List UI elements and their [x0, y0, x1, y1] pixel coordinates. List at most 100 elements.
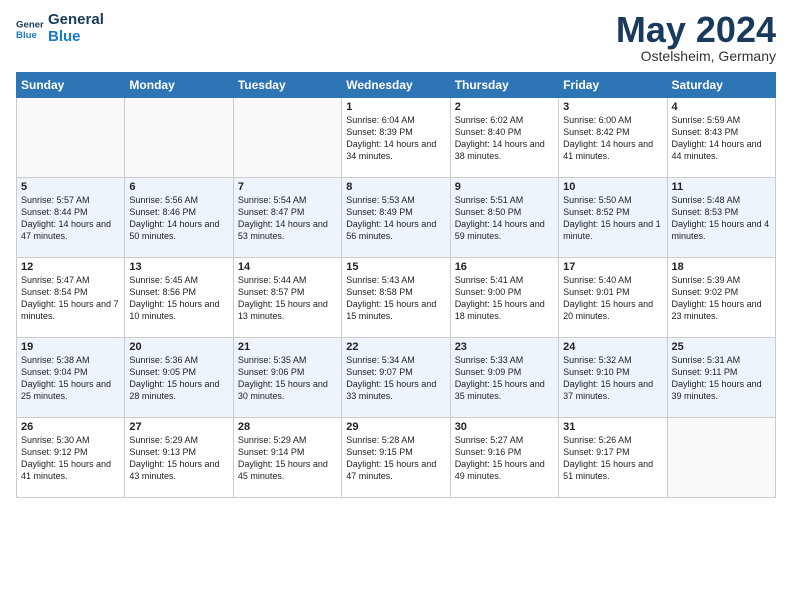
cell-week5-day1: 27Sunrise: 5:29 AMSunset: 9:13 PMDayligh… — [125, 418, 233, 498]
cell-info: Sunrise: 5:56 AMSunset: 8:46 PMDaylight:… — [129, 194, 228, 243]
cell-week4-day6: 25Sunrise: 5:31 AMSunset: 9:11 PMDayligh… — [667, 338, 775, 418]
day-number: 14 — [238, 261, 337, 273]
day-number: 4 — [672, 101, 771, 113]
cell-week4-day3: 22Sunrise: 5:34 AMSunset: 9:07 PMDayligh… — [342, 338, 450, 418]
day-number: 30 — [455, 421, 554, 433]
svg-text:General: General — [16, 19, 44, 30]
cell-week4-day2: 21Sunrise: 5:35 AMSunset: 9:06 PMDayligh… — [233, 338, 341, 418]
cell-info: Sunrise: 6:02 AMSunset: 8:40 PMDaylight:… — [455, 114, 554, 163]
day-number: 6 — [129, 181, 228, 193]
svg-text:Blue: Blue — [16, 29, 37, 40]
cell-week2-day6: 11Sunrise: 5:48 AMSunset: 8:53 PMDayligh… — [667, 178, 775, 258]
cell-week5-day6 — [667, 418, 775, 498]
month-title: May 2024 — [616, 12, 776, 48]
day-number: 1 — [346, 101, 445, 113]
day-number: 18 — [672, 261, 771, 273]
cell-info: Sunrise: 5:41 AMSunset: 9:00 PMDaylight:… — [455, 274, 554, 323]
cell-week2-day0: 5Sunrise: 5:57 AMSunset: 8:44 PMDaylight… — [17, 178, 125, 258]
cell-info: Sunrise: 5:59 AMSunset: 8:43 PMDaylight:… — [672, 114, 771, 163]
header: General Blue General Blue May 2024 Ostel… — [16, 12, 776, 64]
header-thursday: Thursday — [450, 73, 558, 98]
cell-week4-day4: 23Sunrise: 5:33 AMSunset: 9:09 PMDayligh… — [450, 338, 558, 418]
day-number: 22 — [346, 341, 445, 353]
logo: General Blue General Blue — [16, 12, 104, 45]
day-number: 7 — [238, 181, 337, 193]
day-number: 31 — [563, 421, 662, 433]
cell-info: Sunrise: 5:54 AMSunset: 8:47 PMDaylight:… — [238, 194, 337, 243]
logo-icon: General Blue — [16, 15, 44, 43]
cell-info: Sunrise: 5:53 AMSunset: 8:49 PMDaylight:… — [346, 194, 445, 243]
cell-week5-day4: 30Sunrise: 5:27 AMSunset: 9:16 PMDayligh… — [450, 418, 558, 498]
header-sunday: Sunday — [17, 73, 125, 98]
cell-week2-day2: 7Sunrise: 5:54 AMSunset: 8:47 PMDaylight… — [233, 178, 341, 258]
cell-week2-day5: 10Sunrise: 5:50 AMSunset: 8:52 PMDayligh… — [559, 178, 667, 258]
cell-info: Sunrise: 5:51 AMSunset: 8:50 PMDaylight:… — [455, 194, 554, 243]
cell-info: Sunrise: 5:35 AMSunset: 9:06 PMDaylight:… — [238, 354, 337, 403]
cell-week5-day2: 28Sunrise: 5:29 AMSunset: 9:14 PMDayligh… — [233, 418, 341, 498]
day-number: 8 — [346, 181, 445, 193]
location: Ostelsheim, Germany — [616, 48, 776, 64]
day-number: 10 — [563, 181, 662, 193]
cell-week2-day4: 9Sunrise: 5:51 AMSunset: 8:50 PMDaylight… — [450, 178, 558, 258]
cell-week3-day1: 13Sunrise: 5:45 AMSunset: 8:56 PMDayligh… — [125, 258, 233, 338]
day-number: 19 — [21, 341, 120, 353]
cell-week4-day0: 19Sunrise: 5:38 AMSunset: 9:04 PMDayligh… — [17, 338, 125, 418]
cell-week5-day5: 31Sunrise: 5:26 AMSunset: 9:17 PMDayligh… — [559, 418, 667, 498]
cell-info: Sunrise: 5:29 AMSunset: 9:13 PMDaylight:… — [129, 434, 228, 483]
cell-week3-day3: 15Sunrise: 5:43 AMSunset: 8:58 PMDayligh… — [342, 258, 450, 338]
cell-info: Sunrise: 5:48 AMSunset: 8:53 PMDaylight:… — [672, 194, 771, 243]
header-monday: Monday — [125, 73, 233, 98]
cell-info: Sunrise: 5:28 AMSunset: 9:15 PMDaylight:… — [346, 434, 445, 483]
cell-info: Sunrise: 5:26 AMSunset: 9:17 PMDaylight:… — [563, 434, 662, 483]
cell-week4-day1: 20Sunrise: 5:36 AMSunset: 9:05 PMDayligh… — [125, 338, 233, 418]
header-friday: Friday — [559, 73, 667, 98]
week-row-2: 5Sunrise: 5:57 AMSunset: 8:44 PMDaylight… — [17, 178, 776, 258]
cell-info: Sunrise: 5:33 AMSunset: 9:09 PMDaylight:… — [455, 354, 554, 403]
cell-week1-day3: 1Sunrise: 6:04 AMSunset: 8:39 PMDaylight… — [342, 98, 450, 178]
day-number: 20 — [129, 341, 228, 353]
header-tuesday: Tuesday — [233, 73, 341, 98]
day-number: 23 — [455, 341, 554, 353]
weekday-header-row: Sunday Monday Tuesday Wednesday Thursday… — [17, 73, 776, 98]
week-row-5: 26Sunrise: 5:30 AMSunset: 9:12 PMDayligh… — [17, 418, 776, 498]
calendar-page: General Blue General Blue May 2024 Ostel… — [0, 0, 792, 612]
cell-week1-day4: 2Sunrise: 6:02 AMSunset: 8:40 PMDaylight… — [450, 98, 558, 178]
title-block: May 2024 Ostelsheim, Germany — [616, 12, 776, 64]
cell-info: Sunrise: 6:04 AMSunset: 8:39 PMDaylight:… — [346, 114, 445, 163]
day-number: 15 — [346, 261, 445, 273]
day-number: 26 — [21, 421, 120, 433]
cell-info: Sunrise: 5:31 AMSunset: 9:11 PMDaylight:… — [672, 354, 771, 403]
cell-info: Sunrise: 5:45 AMSunset: 8:56 PMDaylight:… — [129, 274, 228, 323]
day-number: 11 — [672, 181, 771, 193]
cell-week5-day3: 29Sunrise: 5:28 AMSunset: 9:15 PMDayligh… — [342, 418, 450, 498]
calendar-table: Sunday Monday Tuesday Wednesday Thursday… — [16, 72, 776, 498]
day-number: 13 — [129, 261, 228, 273]
logo-blue: Blue — [48, 28, 81, 45]
cell-info: Sunrise: 5:43 AMSunset: 8:58 PMDaylight:… — [346, 274, 445, 323]
cell-week1-day2 — [233, 98, 341, 178]
day-number: 5 — [21, 181, 120, 193]
calendar-body: 1Sunrise: 6:04 AMSunset: 8:39 PMDaylight… — [17, 98, 776, 498]
logo-general: General — [48, 11, 104, 28]
cell-week3-day2: 14Sunrise: 5:44 AMSunset: 8:57 PMDayligh… — [233, 258, 341, 338]
cell-week1-day6: 4Sunrise: 5:59 AMSunset: 8:43 PMDaylight… — [667, 98, 775, 178]
cell-week4-day5: 24Sunrise: 5:32 AMSunset: 9:10 PMDayligh… — [559, 338, 667, 418]
header-wednesday: Wednesday — [342, 73, 450, 98]
day-number: 2 — [455, 101, 554, 113]
cell-info: Sunrise: 5:40 AMSunset: 9:01 PMDaylight:… — [563, 274, 662, 323]
cell-info: Sunrise: 5:30 AMSunset: 9:12 PMDaylight:… — [21, 434, 120, 483]
day-number: 24 — [563, 341, 662, 353]
header-saturday: Saturday — [667, 73, 775, 98]
day-number: 25 — [672, 341, 771, 353]
day-number: 27 — [129, 421, 228, 433]
cell-week2-day3: 8Sunrise: 5:53 AMSunset: 8:49 PMDaylight… — [342, 178, 450, 258]
day-number: 9 — [455, 181, 554, 193]
cell-week5-day0: 26Sunrise: 5:30 AMSunset: 9:12 PMDayligh… — [17, 418, 125, 498]
week-row-3: 12Sunrise: 5:47 AMSunset: 8:54 PMDayligh… — [17, 258, 776, 338]
cell-info: Sunrise: 5:34 AMSunset: 9:07 PMDaylight:… — [346, 354, 445, 403]
cell-info: Sunrise: 5:32 AMSunset: 9:10 PMDaylight:… — [563, 354, 662, 403]
week-row-1: 1Sunrise: 6:04 AMSunset: 8:39 PMDaylight… — [17, 98, 776, 178]
cell-week3-day0: 12Sunrise: 5:47 AMSunset: 8:54 PMDayligh… — [17, 258, 125, 338]
logo-text: General Blue — [48, 12, 104, 45]
cell-info: Sunrise: 5:47 AMSunset: 8:54 PMDaylight:… — [21, 274, 120, 323]
